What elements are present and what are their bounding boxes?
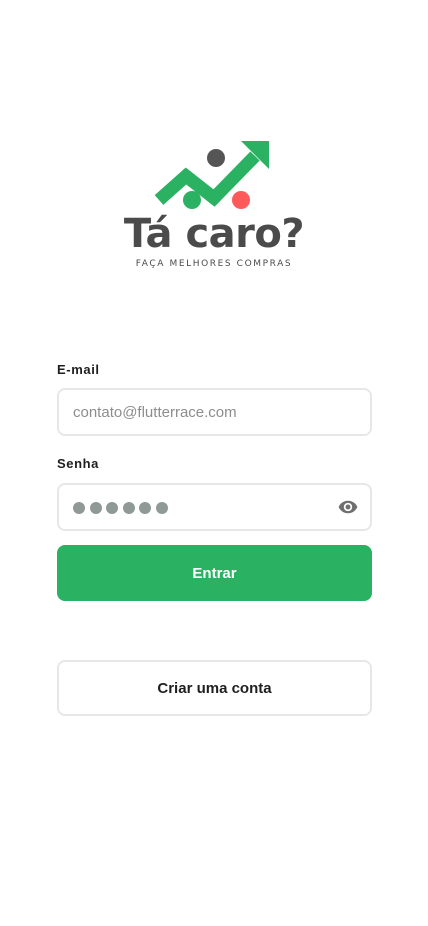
logo-chart-icon (154, 141, 269, 209)
password-masked-value (73, 502, 168, 514)
password-dot (122, 502, 135, 514)
app-logo: Tá caro? FAÇA MELHORES COMPRAS (0, 136, 428, 276)
email-field[interactable] (73, 390, 353, 434)
password-field[interactable] (57, 483, 372, 531)
email-field-container (57, 388, 372, 436)
eye-icon[interactable] (338, 498, 358, 516)
password-dot (73, 502, 85, 514)
password-label: Senha (57, 456, 100, 471)
logo-title: Tá caro? (123, 211, 305, 257)
password-dot (139, 502, 151, 514)
logo-tagline: FAÇA MELHORES COMPRAS (135, 259, 293, 269)
email-label: E-mail (57, 362, 100, 377)
create-account-button[interactable]: Criar uma conta (57, 660, 372, 716)
password-dot (89, 502, 102, 514)
login-button[interactable]: Entrar (57, 545, 372, 601)
password-dot (106, 502, 118, 514)
password-dot (155, 502, 168, 514)
